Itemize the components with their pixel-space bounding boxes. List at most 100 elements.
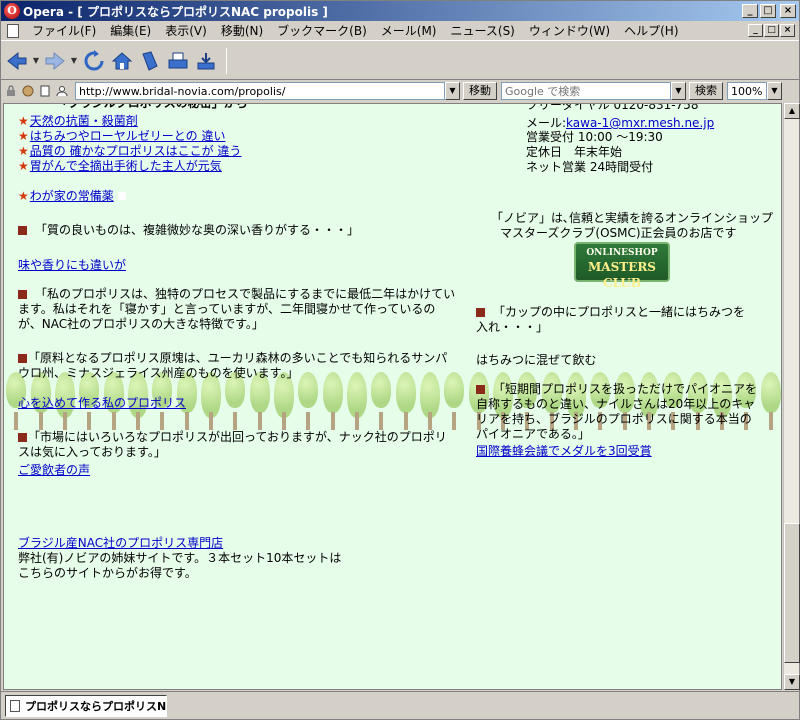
honey-difference-link[interactable]: はちみつやローヤルゼリーとの 違い [30, 129, 226, 143]
forward-dropdown-icon[interactable]: ▼ [69, 48, 79, 74]
doc-restore-button[interactable]: □ [764, 24, 779, 37]
cut-freedial-text: フリーダイヤル 0120-831-758 [526, 103, 699, 112]
page-icon [10, 699, 20, 712]
minimize-button[interactable]: _ [742, 4, 758, 18]
url-input[interactable] [75, 82, 445, 100]
novia-text-line1: 「ノビア」は､信頼と実績を誇るオンラインショップ [491, 211, 774, 225]
page-viewport[interactable]: 「ブラジルプロポリスの秘密」から ★天然の抗菌・殺菌剤 ★はちみつやローヤルゼリ… [3, 103, 782, 690]
menu-file[interactable]: ファイル(F) [25, 22, 103, 39]
browser-window: O Opera - [ プロポリスならプロポリスNAC propolis ] _… [0, 0, 800, 720]
print-icon[interactable] [165, 48, 191, 74]
mail-address-link[interactable]: kawa-1@mxr.mesh.ne.jp [566, 116, 714, 130]
quote-paragraph: 「短期間プロポリスを扱っただけでパイオニアを自称するものと違い、ナイルさんは20… [476, 382, 760, 442]
menu-navigate[interactable]: 移動(N) [214, 22, 270, 39]
page-content: 「ブラジルプロポリスの秘密」から ★天然の抗菌・殺菌剤 ★はちみつやローヤルゼリ… [4, 103, 781, 689]
nac-shop-link[interactable]: ブラジル産NAC社のプロポリス専門店 [18, 536, 223, 550]
medal-link[interactable]: 国際養蜂会議でメダルを3回受賞 [476, 444, 652, 458]
url-dropdown-icon[interactable]: ▼ [445, 82, 460, 100]
home-icon[interactable] [109, 48, 135, 74]
vertical-scrollbar[interactable]: ▲ ▼ [783, 103, 800, 690]
quote-paragraph: 「市場にはいろいろなプロポリスが出回っておりますが、ナック社のプロポリスは気に入… [18, 430, 458, 460]
bullet-square [18, 354, 27, 363]
antibacterial-link[interactable]: 天然の抗菌・殺菌剤 [30, 114, 138, 128]
quote-paragraph: 「カップの中にプロポリスと一緒にはちみつを入れ・・・」 [476, 305, 756, 335]
heart-link[interactable]: 心を込めて作る私のプロポリス [18, 396, 186, 410]
list-item: ★品質の 確かなプロポリスはここが 違う [18, 144, 241, 159]
page-tab[interactable]: プロポリスならプロポリスN... [5, 694, 167, 717]
nac-description-line: 弊社(有)ノビアの姉妹サイトです。３本セット10本セットは [18, 551, 342, 565]
list-item: ★はちみつやローヤルゼリーとの 違い [18, 129, 225, 144]
maximize-button[interactable]: □ [760, 4, 776, 18]
star-icon: ★ [18, 129, 29, 143]
search-button[interactable]: 検索 [689, 82, 723, 100]
search-dropdown-icon[interactable]: ▼ [671, 82, 686, 100]
star-icon: ★ [18, 189, 29, 203]
back-dropdown-icon[interactable]: ▼ [31, 48, 41, 74]
menu-help[interactable]: ヘルプ(H) [617, 22, 685, 39]
toolbar-separator [226, 47, 227, 74]
title-bar[interactable]: O Opera - [ プロポリスならプロポリスNAC propolis ] _… [1, 1, 799, 21]
menu-bar: ファイル(F) 編集(E) 表示(V) 移動(N) ブックマーク(B) メール(… [1, 21, 799, 41]
bullet-square [476, 385, 485, 394]
honey-mix-text: はちみつに混ぜて飲む [476, 353, 597, 367]
save-icon[interactable] [193, 48, 219, 74]
user-icon[interactable] [55, 84, 69, 98]
holiday-text: 定休日 年末年始 [526, 145, 623, 159]
net-hours-text: ネット営業 24時間受付 [526, 160, 654, 174]
quote-text: 「原料となるプロポリス原塊は、ユーカリ森林の多いことでも知られるサンパウロ州、ミ… [18, 351, 448, 380]
reload-icon[interactable] [81, 48, 107, 74]
nac-link-line: ブラジル産NAC社のプロポリス専門店 [18, 536, 223, 551]
badge-bottom-text: MASTERS CLUB [588, 260, 656, 290]
scrollbar-thumb[interactable] [784, 523, 800, 663]
menu-window[interactable]: ウィンドウ(W) [522, 22, 617, 39]
bookmarks-icon[interactable] [137, 48, 163, 74]
page-tab-title: プロポリスならプロポリスN... [25, 699, 167, 713]
menu-news[interactable]: ニュース(S) [443, 22, 521, 39]
search-input[interactable] [501, 82, 671, 100]
menu-view[interactable]: 表示(V) [158, 22, 214, 39]
users-voice-link[interactable]: ご愛飲者の声 [18, 463, 90, 477]
medal-link-line: 国際養蜂会議でメダルを3回受賞 [476, 444, 652, 459]
go-button[interactable]: 移動 [463, 82, 497, 100]
star-icon: ★ [18, 159, 29, 173]
back-icon[interactable] [5, 48, 29, 74]
bullet-square [18, 433, 27, 442]
zoom-dropdown-icon[interactable]: ▼ [767, 82, 782, 100]
menu-mail[interactable]: メール(M) [374, 22, 444, 39]
tree-decoration [759, 368, 781, 430]
users-link-line: ご愛飲者の声 [18, 463, 90, 478]
security-icon[interactable] [4, 84, 18, 98]
masters-club-badge[interactable]: ONLINESHOP MASTERS CLUB [574, 242, 670, 290]
bullet-square [18, 226, 27, 235]
menu-bookmarks[interactable]: ブックマーク(B) [270, 22, 374, 39]
mail-line: メール:kawa-1@mxr.mesh.ne.jp [526, 116, 714, 131]
scroll-down-icon[interactable]: ▼ [784, 674, 800, 690]
testimonial-link[interactable]: 胃がんで全摘出手術した主人が元気 [30, 159, 222, 173]
page-info-icon[interactable] [38, 84, 52, 98]
list-item: ★わが家の常備薬 [18, 189, 126, 204]
quote-text: 「短期間プロポリスを扱っただけでパイオニアを自称するものと違い、ナイルさんは20… [476, 382, 758, 441]
list-item: ★天然の抗菌・殺菌剤 [18, 114, 138, 129]
close-button[interactable]: × [780, 4, 796, 18]
cookie-icon[interactable] [21, 84, 35, 98]
cut-section-heading: 「ブラジルプロポリスの秘密」から [56, 103, 248, 110]
taste-link[interactable]: 味や香りにも違いが [18, 258, 126, 272]
quote-text: 「カップの中にプロポリスと一緒にはちみつを入れ・・・」 [476, 305, 746, 334]
zoom-input[interactable] [727, 82, 767, 100]
quote-paragraph: 「原料となるプロポリス原塊は、ユーカリ森林の多いことでも知られるサンパウロ州、ミ… [18, 351, 458, 381]
quote-text: 「市場にはいろいろなプロポリスが出回っておりますが、ナック社のプロポリスは気に入… [18, 430, 447, 459]
forward-icon[interactable] [43, 48, 67, 74]
novia-text-line2: マスターズクラブ(OSMC)正会員のお店です [500, 226, 737, 240]
quote-paragraph: 「私のプロポリスは、独特のプロセスで製品にするまでに最低二年はかけています。私は… [18, 287, 458, 332]
quote-text: 「私のプロポリスは、独特のプロセスで製品にするまでに最低二年はかけています。私は… [18, 287, 456, 331]
menu-edit[interactable]: 編集(E) [103, 22, 158, 39]
bullet-square [476, 308, 485, 317]
doc-close-button[interactable]: × [780, 24, 795, 37]
nac-description-line: こちらのサイトからがお得です。 [18, 566, 197, 580]
opera-logo-icon: O [4, 3, 20, 19]
doc-minimize-button[interactable]: _ [748, 24, 763, 37]
home-medicine-link[interactable]: わが家の常備薬 [30, 189, 114, 203]
scroll-up-icon[interactable]: ▲ [784, 103, 800, 119]
quality-link[interactable]: 品質の 確かなプロポリスはここが 違う [30, 144, 242, 158]
star-icon: ★ [18, 114, 29, 128]
